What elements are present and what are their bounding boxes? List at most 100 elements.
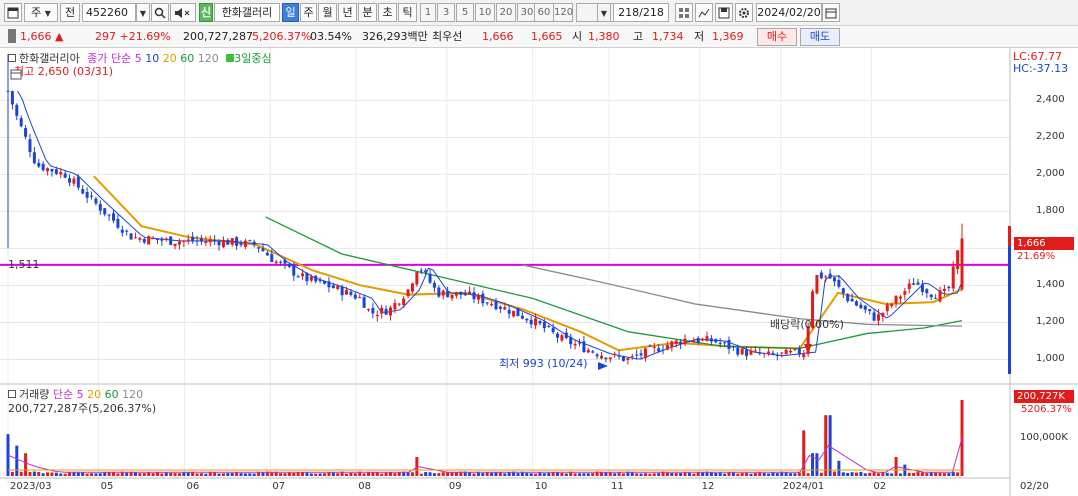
time-tick-label: 2023/03 [10, 481, 52, 492]
volume-bar [907, 472, 911, 476]
candle-body [753, 350, 757, 352]
calendar-icon[interactable] [822, 3, 840, 22]
candle-body [582, 341, 586, 353]
candle-body [547, 325, 551, 327]
volume-bar [380, 473, 384, 476]
price-range-bar-low [1008, 226, 1011, 374]
candle-body [6, 90, 10, 92]
candle-body [639, 353, 643, 356]
code-dropdown-button[interactable]: ▼ [136, 3, 150, 22]
chevron-down-icon: ▼ [600, 9, 608, 18]
interval-3[interactable]: 3 [437, 3, 455, 22]
chart-canvas[interactable] [0, 48, 1078, 496]
candle-body [916, 282, 920, 285]
period-year[interactable]: 년 [338, 3, 357, 22]
candle-body [485, 302, 489, 304]
window-icon[interactable] [4, 3, 22, 22]
candle-body [19, 118, 23, 127]
volume-bar [98, 473, 102, 476]
candle-body [780, 352, 784, 354]
high-label: 고 [633, 30, 644, 43]
interval-5[interactable]: 5 [456, 3, 474, 22]
period-tick[interactable]: 틱 [398, 3, 417, 22]
volume-bar [793, 473, 797, 476]
interval-120[interactable]: 120 [553, 3, 573, 22]
volume-bar [10, 471, 14, 476]
period-week[interactable]: 주 [300, 3, 317, 22]
search-icon[interactable] [151, 3, 169, 22]
candle-body [208, 239, 212, 243]
period-minute[interactable]: 분 [358, 3, 377, 22]
candle-body [876, 314, 880, 321]
candle-body [345, 289, 349, 295]
date-input[interactable]: 2024/02/20 [756, 3, 822, 22]
volume-bar [925, 473, 929, 476]
volume-bar [696, 472, 700, 476]
volume-bar [674, 473, 678, 476]
volume-bar [226, 473, 230, 476]
volume-bar [160, 473, 164, 476]
legend-stock-name: 한화갤러리아 [19, 52, 80, 65]
candle-body [274, 261, 278, 264]
candle-body [683, 338, 687, 345]
candle-body [292, 265, 296, 276]
volume-bar [534, 473, 538, 476]
candle-body [459, 291, 463, 295]
candle-body [512, 310, 516, 317]
interval-20[interactable]: 20 [496, 3, 516, 22]
interval-10[interactable]: 10 [475, 3, 495, 22]
buy-button[interactable]: 매수 [757, 28, 797, 46]
interval-1[interactable]: 1 [420, 3, 436, 22]
volume-ma60: 60 [104, 388, 119, 401]
candle-body [635, 354, 639, 356]
volume-bar [753, 473, 757, 476]
volume-bar [929, 472, 933, 476]
candle-body [120, 229, 124, 233]
volume-bar [657, 473, 661, 476]
interval-dropdown-button[interactable]: ▼ [597, 3, 611, 22]
stock-chart[interactable]: 한화갤러리아 종가 단순 5 10 20 60 120 3일중심 최고 2,65… [0, 48, 1078, 496]
volume-bar [503, 473, 507, 476]
candle-body [507, 309, 511, 314]
stock-code-input[interactable]: 452260 [82, 3, 136, 22]
prev-button[interactable]: 전 [60, 3, 80, 22]
volume-bar [345, 473, 349, 476]
trend-icon[interactable] [695, 3, 713, 22]
candle-body [956, 250, 960, 270]
timeframe-label: 주 [31, 6, 42, 19]
candle-body [50, 169, 54, 172]
timeframe-select[interactable]: 주 ▼ [24, 3, 58, 22]
candle-body [819, 272, 823, 279]
sell-button[interactable]: 매도 [800, 28, 840, 46]
volume-bar [371, 472, 375, 476]
speaker-icon[interactable] [170, 3, 196, 22]
volume-ma5: 단순 5 [52, 388, 84, 401]
period-day[interactable]: 일 [282, 3, 299, 22]
volume-bar [90, 473, 94, 476]
volume-bar [639, 473, 643, 476]
volume-bar [718, 472, 722, 476]
interval-60[interactable]: 60 [534, 3, 554, 22]
settings-icon[interactable] [735, 3, 753, 22]
candle-body [287, 264, 291, 267]
candle-body [437, 287, 441, 297]
period-second[interactable]: 초 [378, 3, 397, 22]
volume-bar [155, 472, 159, 476]
volume-bar [112, 472, 116, 476]
period-month[interactable]: 월 [318, 3, 337, 22]
volume-bar [142, 473, 146, 476]
volume-bar [248, 473, 252, 476]
candle-body [358, 297, 362, 299]
candle-body [195, 240, 199, 242]
volume-bar [46, 472, 50, 476]
grid-icon[interactable] [675, 3, 693, 22]
volume-bar [336, 473, 340, 476]
volume-bar [876, 473, 880, 476]
candle-body [701, 338, 705, 341]
price-change: 297 +21.69% [95, 30, 171, 43]
volume-bar [916, 471, 920, 476]
save-icon[interactable] [715, 3, 733, 22]
volume-bar [388, 472, 392, 476]
volume-bar [701, 472, 705, 476]
candle-body [591, 351, 595, 353]
